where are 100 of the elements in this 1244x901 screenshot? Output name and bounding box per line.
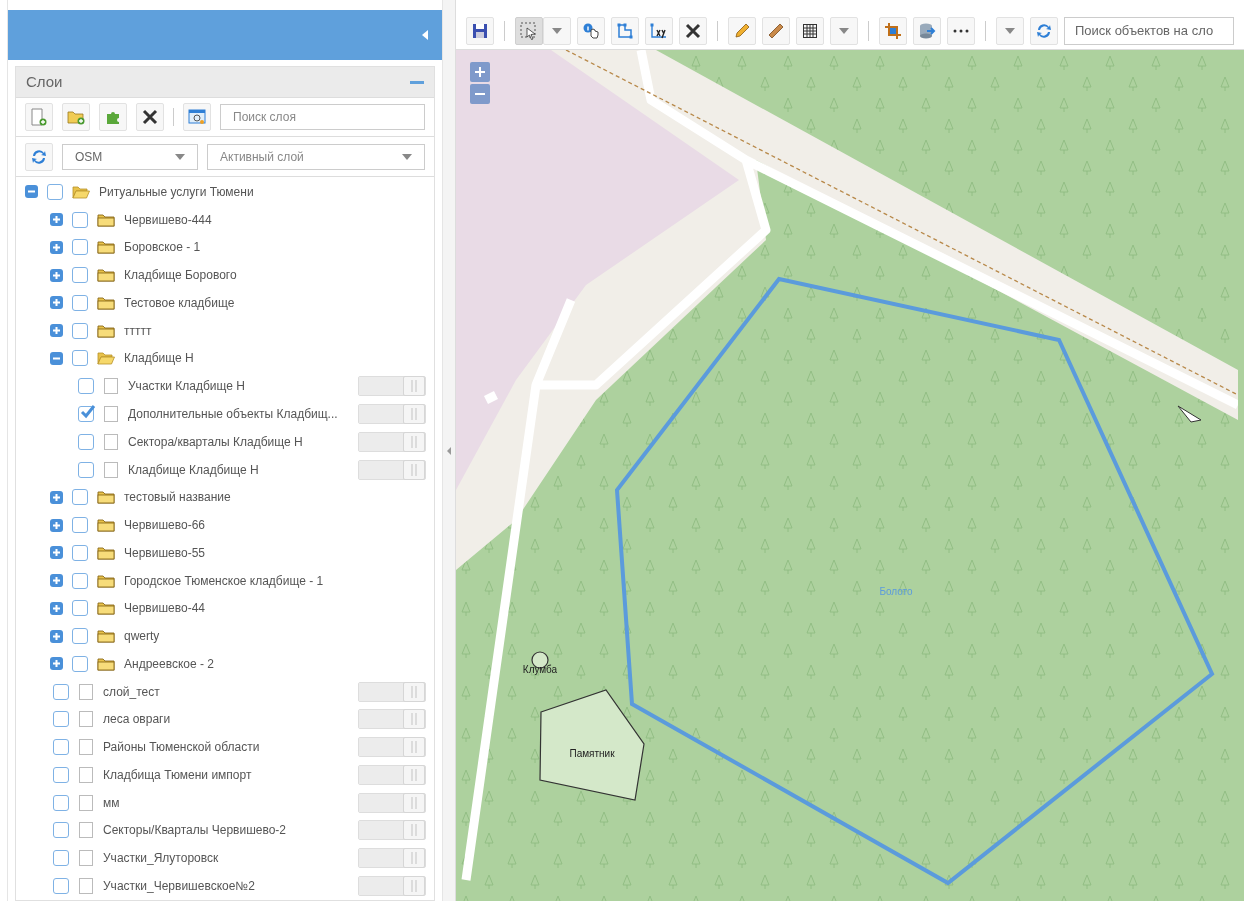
checkbox[interactable]	[72, 628, 88, 645]
folder-label[interactable]: Червишево-55	[124, 543, 205, 562]
collapse-left-icon[interactable]	[447, 446, 452, 455]
active-layer-select[interactable]: Активный слой	[207, 143, 426, 170]
expand-icon[interactable]	[50, 490, 63, 504]
coordinates-tool-button[interactable]	[645, 16, 673, 45]
folder-label[interactable]: Андреевское - 2	[124, 654, 214, 673]
edit-vertices-button[interactable]	[611, 16, 639, 45]
add-folder-button[interactable]	[62, 103, 90, 131]
checkbox[interactable]	[72, 211, 88, 228]
folder-label[interactable]: Червишево-444	[124, 210, 212, 229]
dropdown-button[interactable]	[830, 16, 858, 45]
checkbox[interactable]	[78, 433, 94, 450]
zoom-in-button[interactable]	[470, 62, 490, 82]
pencil-tool-button[interactable]	[728, 16, 756, 45]
grid-tool-button[interactable]	[796, 16, 824, 45]
expand-icon[interactable]	[50, 213, 63, 227]
dropdown-button[interactable]	[543, 16, 571, 45]
checkbox[interactable]	[53, 711, 69, 728]
checkbox[interactable]	[72, 489, 88, 506]
slider-thumb[interactable]	[403, 737, 426, 758]
layer-label[interactable]: Участки Кладбище Н	[128, 377, 245, 396]
slider-thumb[interactable]	[403, 709, 426, 730]
crop-tool-button[interactable]	[879, 16, 907, 45]
layer-label[interactable]: Кладбище Кладбище Н	[128, 460, 259, 479]
checkbox[interactable]	[53, 878, 69, 894]
slider-thumb[interactable]	[403, 764, 426, 785]
collapse-icon[interactable]	[50, 351, 63, 365]
expand-icon[interactable]	[50, 518, 63, 532]
identify-tool-button[interactable]	[577, 16, 605, 45]
folder-label[interactable]: Кладбище Борового	[124, 266, 237, 285]
folder-label[interactable]: Боровское - 1	[124, 238, 201, 257]
checkbox[interactable]	[72, 572, 88, 589]
add-plugin-button[interactable]	[99, 103, 127, 131]
opacity-slider[interactable]	[358, 404, 427, 424]
opacity-slider[interactable]	[358, 376, 427, 397]
delete-button[interactable]	[679, 16, 707, 45]
opacity-slider[interactable]	[358, 681, 427, 702]
refresh-button[interactable]	[1030, 16, 1058, 45]
refresh-button[interactable]	[25, 142, 53, 171]
add-layer-button[interactable]	[25, 103, 53, 131]
layer-label[interactable]: Участки_Ялуторовск	[103, 849, 219, 868]
expand-icon[interactable]	[50, 601, 63, 615]
layer-label[interactable]: слой_тест	[103, 682, 160, 701]
more-button[interactable]	[947, 16, 975, 45]
folder-label[interactable]: Кладбище Н	[124, 349, 194, 368]
opacity-slider[interactable]	[358, 459, 427, 480]
opacity-slider[interactable]	[358, 792, 427, 813]
delete-layer-button[interactable]	[136, 103, 164, 131]
expand-icon[interactable]	[50, 268, 63, 282]
opacity-slider[interactable]	[358, 764, 427, 785]
checkbox[interactable]	[53, 822, 69, 839]
object-search-field[interactable]: Поиск объектов на сло	[1064, 16, 1234, 45]
folder-label[interactable]: Тестовое кладбище	[124, 293, 235, 312]
dropdown-button[interactable]	[996, 16, 1024, 45]
layer-search-field[interactable]: Поиск слоя	[220, 104, 426, 130]
slider-thumb[interactable]	[403, 848, 426, 869]
layer-label[interactable]: Кладбища Тюмени импорт	[103, 765, 252, 784]
collapse-left-icon[interactable]	[422, 30, 429, 40]
opacity-slider[interactable]	[358, 737, 427, 758]
slider-thumb[interactable]	[403, 681, 426, 702]
slider-thumb[interactable]	[403, 459, 426, 480]
save-button[interactable]	[466, 16, 494, 45]
checkbox[interactable]	[72, 322, 88, 339]
folder-label[interactable]: Червишево-44	[124, 599, 205, 618]
expand-icon[interactable]	[50, 629, 63, 643]
checkbox[interactable]	[53, 850, 69, 867]
expand-icon[interactable]	[50, 296, 63, 310]
triangle-marker[interactable]	[1177, 405, 1202, 423]
checkbox[interactable]	[72, 350, 88, 367]
checkbox[interactable]	[72, 544, 88, 561]
checkbox[interactable]	[72, 517, 88, 534]
monument-polygon[interactable]	[539, 689, 645, 801]
checkbox[interactable]	[78, 461, 94, 478]
expand-icon[interactable]	[50, 546, 63, 560]
map-view[interactable]: Болото Клумба Памятник	[456, 50, 1244, 901]
expand-icon[interactable]	[50, 657, 63, 671]
checkbox[interactable]	[72, 239, 88, 256]
folder-label[interactable]: Ритуальные услуги Тюмени	[99, 182, 254, 201]
checkbox[interactable]	[53, 683, 69, 700]
checkbox[interactable]	[72, 600, 88, 617]
opacity-slider[interactable]	[358, 848, 427, 869]
checkbox[interactable]	[78, 378, 94, 395]
ruler-tool-button[interactable]	[762, 16, 790, 45]
folder-label[interactable]: Городское Тюменское кладбище - 1	[124, 571, 324, 590]
slider-thumb[interactable]	[403, 404, 426, 424]
layer-label[interactable]: мм	[103, 793, 120, 812]
checkbox[interactable]	[53, 794, 69, 811]
slider-thumb[interactable]	[403, 376, 426, 397]
checkbox[interactable]	[72, 267, 88, 284]
database-export-button[interactable]	[913, 16, 941, 45]
folder-label[interactable]: Червишево-66	[124, 516, 205, 535]
slider-thumb[interactable]	[403, 876, 426, 896]
slider-thumb[interactable]	[403, 820, 426, 841]
basemap-select[interactable]: OSM	[62, 143, 198, 170]
checkbox[interactable]	[72, 294, 88, 311]
layer-label[interactable]: Секторы/Кварталы Червишево-2	[103, 821, 286, 840]
slider-thumb[interactable]	[403, 431, 426, 452]
collapse-icon[interactable]	[25, 185, 38, 199]
opacity-slider[interactable]	[358, 820, 427, 841]
